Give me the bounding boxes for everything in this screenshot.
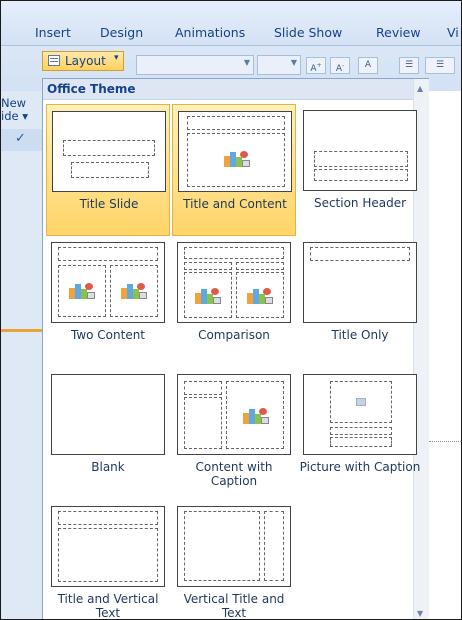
content-placeholder-icon — [224, 150, 250, 168]
chevron-down-icon: ▼ — [290, 58, 297, 67]
tab-design[interactable]: Design — [100, 25, 143, 40]
title-placeholder — [310, 247, 410, 261]
layout-thumbnail — [51, 242, 165, 323]
layout-vertical-title-and-text[interactable]: Vertical Title and Text — [172, 500, 296, 620]
scroll-up-icon[interactable]: ▲ — [417, 84, 423, 93]
numbering-button[interactable]: ☰ — [425, 57, 455, 74]
layout-label: Comparison — [198, 328, 270, 342]
layout-label: Section Header — [313, 196, 407, 210]
grow-font-button[interactable]: A+ — [306, 57, 326, 74]
content-placeholder — [184, 272, 232, 318]
text-placeholder — [314, 169, 408, 181]
left-toolbar: ✓ — [1, 129, 42, 151]
content-placeholder-icon — [243, 407, 269, 425]
shrink-font-button[interactable]: A- — [330, 57, 350, 74]
layout-button[interactable]: Layout ▾ — [42, 51, 124, 71]
content-placeholder — [58, 265, 106, 317]
layout-thumbnail — [51, 506, 165, 587]
title-placeholder — [184, 381, 222, 395]
picture-placeholder — [330, 381, 392, 423]
layout-label: Title and Content — [183, 197, 287, 211]
layout-comparison[interactable]: Comparison — [172, 236, 296, 368]
title-placeholder — [187, 116, 285, 130]
ribbon-tab-bar: Insert Design Animations Slide Show Revi… — [1, 1, 461, 46]
layout-title-only[interactable]: Title Only — [298, 236, 422, 368]
placeholder-border — [429, 441, 461, 442]
title-placeholder — [63, 140, 155, 156]
heading-placeholder — [236, 262, 284, 270]
layout-label: Picture with Caption — [299, 460, 421, 474]
layout-content-with-caption[interactable]: Content with Caption — [172, 368, 296, 500]
layout-thumbnail — [303, 374, 417, 455]
spelling-icon[interactable]: ✓ — [15, 131, 26, 146]
content-placeholder-icon — [247, 287, 273, 305]
heading-placeholder — [184, 262, 232, 270]
layout-thumbnail — [178, 111, 292, 192]
layout-thumbnail — [303, 242, 417, 323]
text-placeholder — [184, 397, 222, 449]
layout-label: Content with Caption — [195, 460, 273, 488]
layout-thumbnail — [177, 242, 291, 323]
gallery-section-title: Office Theme — [47, 82, 136, 96]
content-placeholder-icon — [121, 282, 147, 300]
title-placeholder — [58, 511, 158, 525]
content-placeholder-icon — [195, 287, 221, 305]
title-placeholder — [58, 247, 158, 261]
selected-slide-indicator — [1, 329, 42, 332]
vertical-title-placeholder — [264, 511, 284, 581]
chevron-down-icon: ▼ — [243, 58, 250, 67]
font-size-combo[interactable]: ▼ — [257, 55, 301, 75]
font-name-combo[interactable]: ▼ — [136, 55, 254, 75]
bullets-button[interactable]: ☰ — [399, 57, 419, 74]
layout-title-slide[interactable]: Title Slide — [46, 104, 170, 236]
layout-title-and-vertical-text[interactable]: Title and Vertical Text — [46, 500, 170, 620]
title-placeholder — [330, 427, 392, 435]
gallery-header: Office Theme — [43, 79, 428, 100]
layout-button-label: Layout — [65, 54, 106, 68]
vertical-text-placeholder — [184, 511, 260, 581]
layout-title-and-content[interactable]: Title and Content — [172, 104, 296, 236]
layout-section-header[interactable]: Section Header — [298, 104, 422, 236]
content-placeholder-icon — [69, 282, 95, 300]
new-slide-label-2: ide ▾ — [1, 109, 28, 123]
scroll-down-icon[interactable]: ▼ — [417, 609, 423, 618]
layout-label: Two Content — [70, 328, 146, 342]
vertical-text-placeholder — [58, 528, 158, 582]
content-placeholder — [236, 272, 284, 318]
tab-view[interactable]: Vi — [447, 25, 459, 40]
layout-label: Title Slide — [79, 197, 139, 211]
powerpoint-window: Insert Design Animations Slide Show Revi… — [0, 0, 462, 620]
tab-slide-show[interactable]: Slide Show — [274, 25, 342, 40]
layout-label: Title and Vertical Text — [57, 592, 159, 620]
layout-thumbnail — [52, 111, 166, 192]
layout-gallery: Office Theme ▲ ▼ Title Slide Title and C… — [42, 78, 429, 620]
clear-format-button[interactable]: A — [358, 57, 378, 74]
layout-two-content[interactable]: Two Content — [46, 236, 170, 368]
text-placeholder — [330, 437, 392, 447]
title-placeholder — [184, 247, 284, 259]
tab-animations[interactable]: Animations — [175, 25, 245, 40]
title-placeholder — [314, 151, 408, 167]
new-slide-button[interactable]: New ide ▾ — [1, 97, 28, 123]
content-placeholder — [226, 381, 284, 449]
slide-editing-area — [429, 91, 461, 619]
layout-label: Blank — [91, 460, 125, 474]
layout-thumbnail — [303, 110, 417, 191]
layout-thumbnail — [177, 374, 291, 455]
layout-blank[interactable]: Blank — [46, 368, 170, 500]
layout-icon — [48, 55, 60, 66]
layout-thumbnail — [51, 374, 165, 455]
chevron-down-icon: ▾ — [114, 53, 119, 63]
tab-insert[interactable]: Insert — [35, 25, 71, 40]
layout-label: Title Only — [331, 328, 389, 342]
slides-pane — [1, 91, 42, 619]
picture-icon — [356, 398, 366, 406]
content-placeholder — [187, 133, 285, 187]
layout-thumbnail — [177, 506, 291, 587]
subtitle-placeholder — [71, 162, 149, 178]
layout-label: Vertical Title and Text — [183, 592, 285, 620]
tab-review[interactable]: Review — [376, 25, 421, 40]
layout-picture-with-caption[interactable]: Picture with Caption — [298, 368, 422, 500]
content-placeholder — [110, 265, 158, 317]
